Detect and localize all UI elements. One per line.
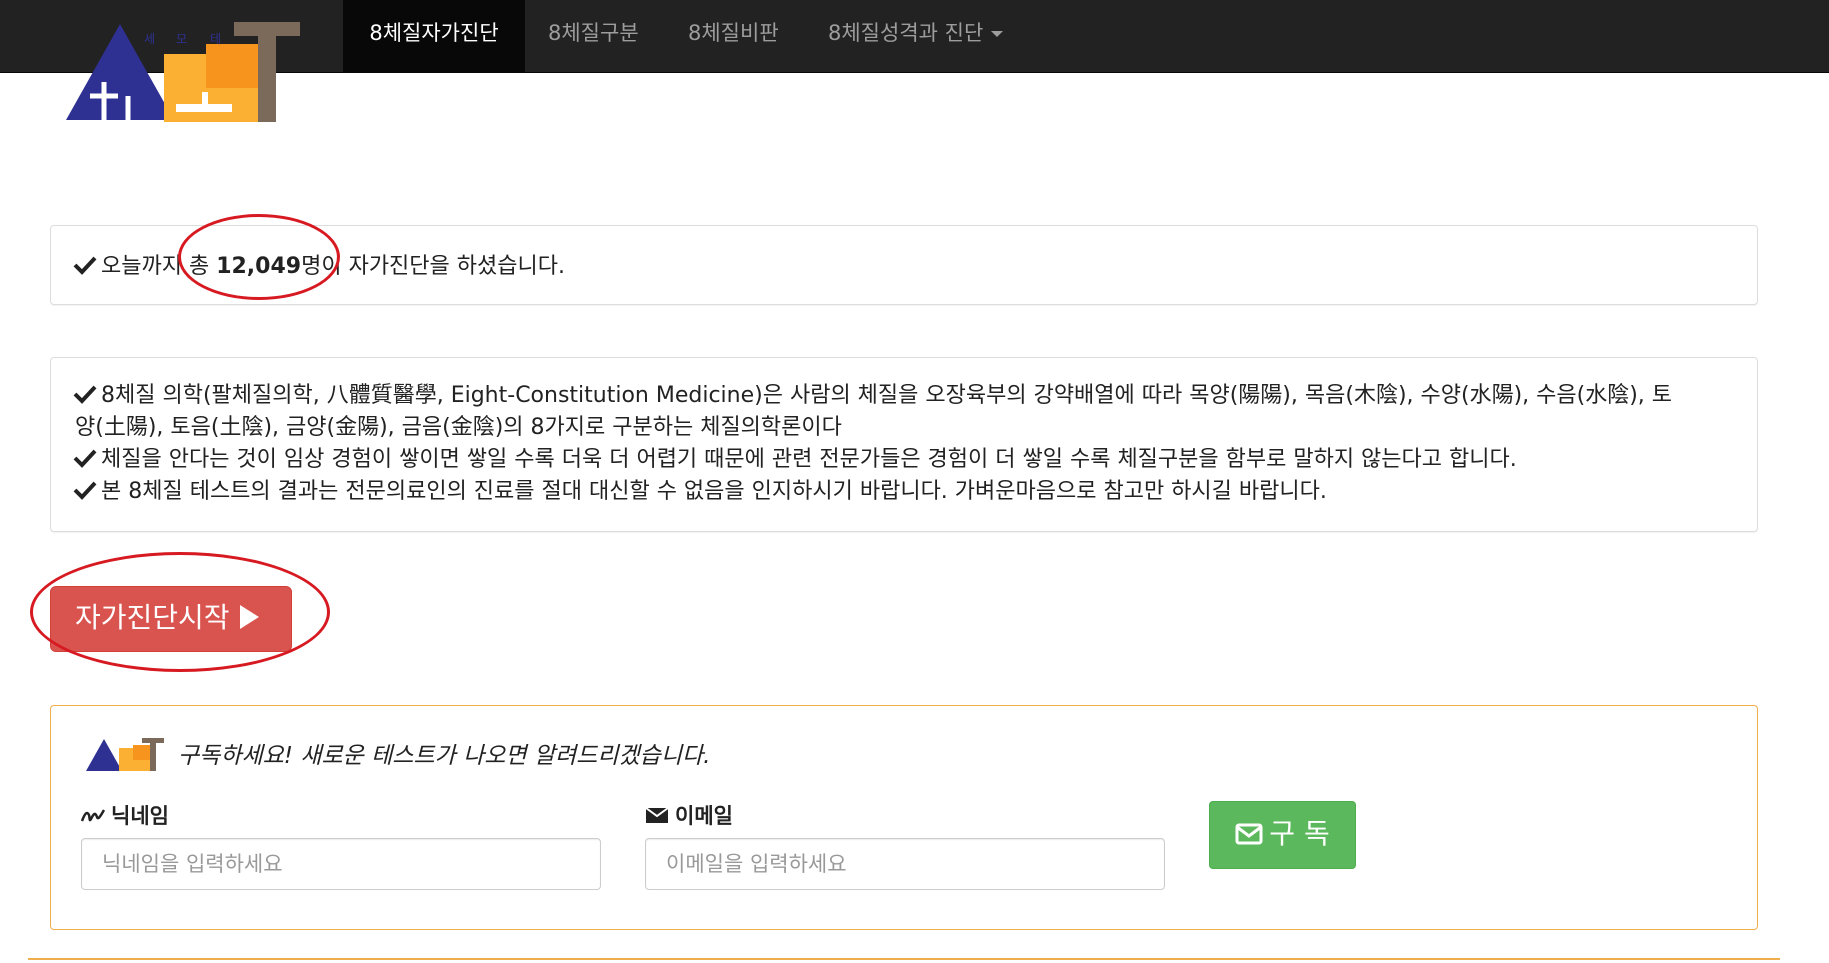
info-line: 체질을 안다는 것이 임상 경험이 쌓이면 쌓일 수록 더욱 더 어렵기 때문에… <box>73 444 1517 476</box>
subscribe-button-label: 구 독 <box>1269 817 1330 850</box>
nickname-label: 닉네임 <box>81 800 169 830</box>
logo-letter: 모 <box>176 32 187 46</box>
nav-item-label: 8체질자가진단 <box>369 21 499 45</box>
envelope-icon <box>645 807 669 823</box>
highlight-annotation <box>178 214 340 300</box>
count-suffix: 이 자가진단을 하셨습니다. <box>321 254 565 279</box>
caret-down-icon <box>991 31 1004 37</box>
nav-item-personality-dropdown[interactable]: 8체질성격과 진단 <box>828 0 1004 72</box>
check-icon <box>73 449 97 468</box>
site-logo[interactable]: 세 모 테 <box>66 22 306 124</box>
check-icon <box>73 481 97 500</box>
nickname-input[interactable] <box>81 838 601 890</box>
subscribe-button[interactable]: 구 독 <box>1209 801 1356 869</box>
email-label: 이메일 <box>645 800 733 830</box>
nav-item-label: 8체질비판 <box>688 21 779 45</box>
highlight-annotation <box>30 552 330 672</box>
nav-item-self-diagnosis[interactable]: 8체질자가진단 <box>343 0 525 72</box>
check-icon <box>73 256 97 275</box>
logo-letter: 세 <box>144 32 155 46</box>
info-text: 8체질 의학(팔체질의학, 八體質醫學, Eight-Constitution … <box>101 383 1673 408</box>
email-label-text: 이메일 <box>675 804 733 828</box>
nav-item-label: 8체질구분 <box>548 21 639 45</box>
nav-item-criticism[interactable]: 8체질비판 <box>688 0 779 72</box>
next-panel-border <box>28 958 1780 960</box>
info-line: 8체질 의학(팔체질의학, 八體質醫學, Eight-Constitution … <box>73 380 1672 412</box>
nav-item-constitution-types[interactable]: 8체질구분 <box>548 0 639 72</box>
nickname-label-text: 닉네임 <box>111 804 169 828</box>
email-input[interactable] <box>645 838 1165 890</box>
info-text: 본 8체질 테스트의 결과는 전문의료인의 진료를 절대 대신할 수 없음을 인… <box>101 479 1327 504</box>
info-text: 양(土陽), 토음(土陰), 금양(金陽), 금음(金陰)의 8가지로 구분하는… <box>75 415 842 440</box>
subscribe-title: 구독하세요! 새로운 테스트가 나오면 알려드리겠습니다. <box>178 743 711 769</box>
info-text: 체질을 안다는 것이 임상 경험이 쌓이면 쌓일 수록 더욱 더 어렵기 때문에… <box>101 447 1517 472</box>
subscribe-logo <box>86 738 164 771</box>
nav-item-label: 8체질성격과 진단 <box>828 21 984 45</box>
info-line: 본 8체질 테스트의 결과는 전문의료인의 진료를 절대 대신할 수 없음을 인… <box>73 476 1327 508</box>
constitution-info-panel: 8체질 의학(팔체질의학, 八體質醫學, Eight-Constitution … <box>50 357 1758 532</box>
info-line: 양(土陽), 토음(土陰), 금양(金陽), 금음(金陰)의 8가지로 구분하는… <box>75 412 842 444</box>
check-icon <box>73 385 97 404</box>
logo-letter: 테 <box>210 32 221 46</box>
envelope-outline-icon <box>1235 823 1263 845</box>
signature-icon <box>81 809 105 822</box>
